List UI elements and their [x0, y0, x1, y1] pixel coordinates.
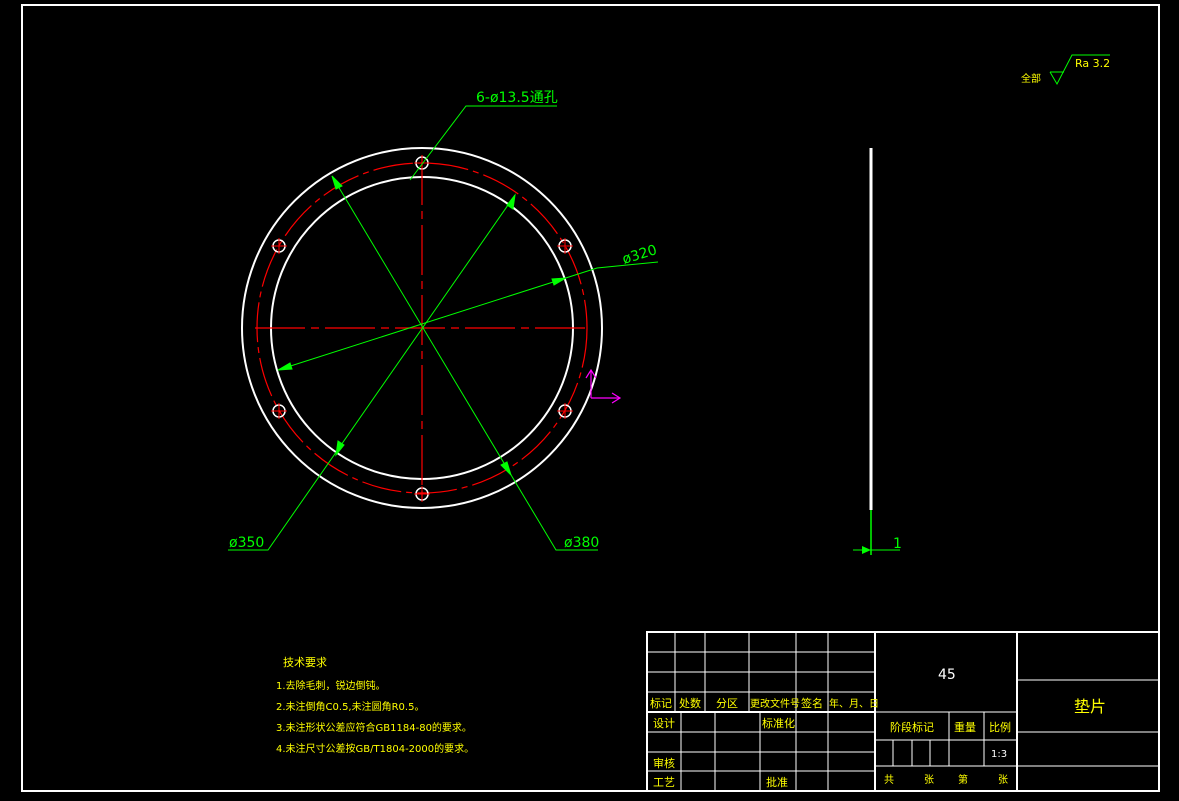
tech-item: 1.去除毛刺，锐边倒钝。: [276, 679, 386, 692]
col-mark: 标记: [650, 696, 672, 710]
drawing-canvas: 6-ø13.5通孔 ø320 ø350 ø380 1 全部 Ra 3.2 技术要…: [21, 4, 1160, 792]
scale-label: 比例: [989, 720, 1011, 734]
tech-item: 2.未注倒角C0.5,未注圆角R0.5。: [276, 700, 424, 713]
dia-350-text: ø350: [229, 535, 264, 551]
sheets-label: 张: [998, 774, 1008, 786]
gasket-side-view: [853, 148, 900, 555]
dia-350-leader: [228, 194, 516, 551]
design-label: 设计: [653, 717, 675, 730]
approve-label: 批准: [766, 775, 788, 789]
dia-380-leader: [331, 175, 598, 551]
part-name-text: 垫片: [1074, 697, 1106, 716]
num-label: 第: [958, 773, 968, 786]
scale-value: 1:3: [991, 749, 1007, 760]
material-text: 45: [938, 667, 956, 683]
tech-title: 技术要求: [283, 656, 327, 669]
standardize-label: 标准化: [762, 716, 795, 730]
col-zone: 分区: [716, 697, 738, 710]
process-label: 工艺: [653, 776, 675, 789]
gasket-front-view: [228, 105, 659, 551]
roughness-prefix: 全部: [1021, 72, 1041, 85]
check-label: 审核: [653, 756, 675, 770]
thickness-dimension-text: 1: [893, 536, 902, 552]
tech-item: 3.未注形状公差应符合GB1184-80的要求。: [276, 721, 472, 734]
weight-label: 重量: [954, 720, 976, 734]
hole-leader: [409, 105, 557, 181]
col-sign: 签名: [801, 696, 823, 710]
total-label: 共: [884, 774, 894, 786]
hole-dimension-text: 6-ø13.5通孔: [476, 90, 558, 106]
tech-item: 4.未注尺寸公差按GB/T1804-2000的要求。: [276, 742, 474, 755]
stage-mark-label: 阶段标记: [890, 720, 934, 734]
sheets-label: 张: [924, 774, 934, 786]
col-doc: 更改文件号: [750, 697, 800, 710]
dia-380-text: ø380: [564, 535, 599, 551]
col-date: 年、月、日: [829, 697, 879, 710]
roughness-value: Ra 3.2: [1075, 57, 1110, 70]
col-count: 处数: [679, 697, 701, 710]
ucs-icon: [585, 368, 622, 404]
